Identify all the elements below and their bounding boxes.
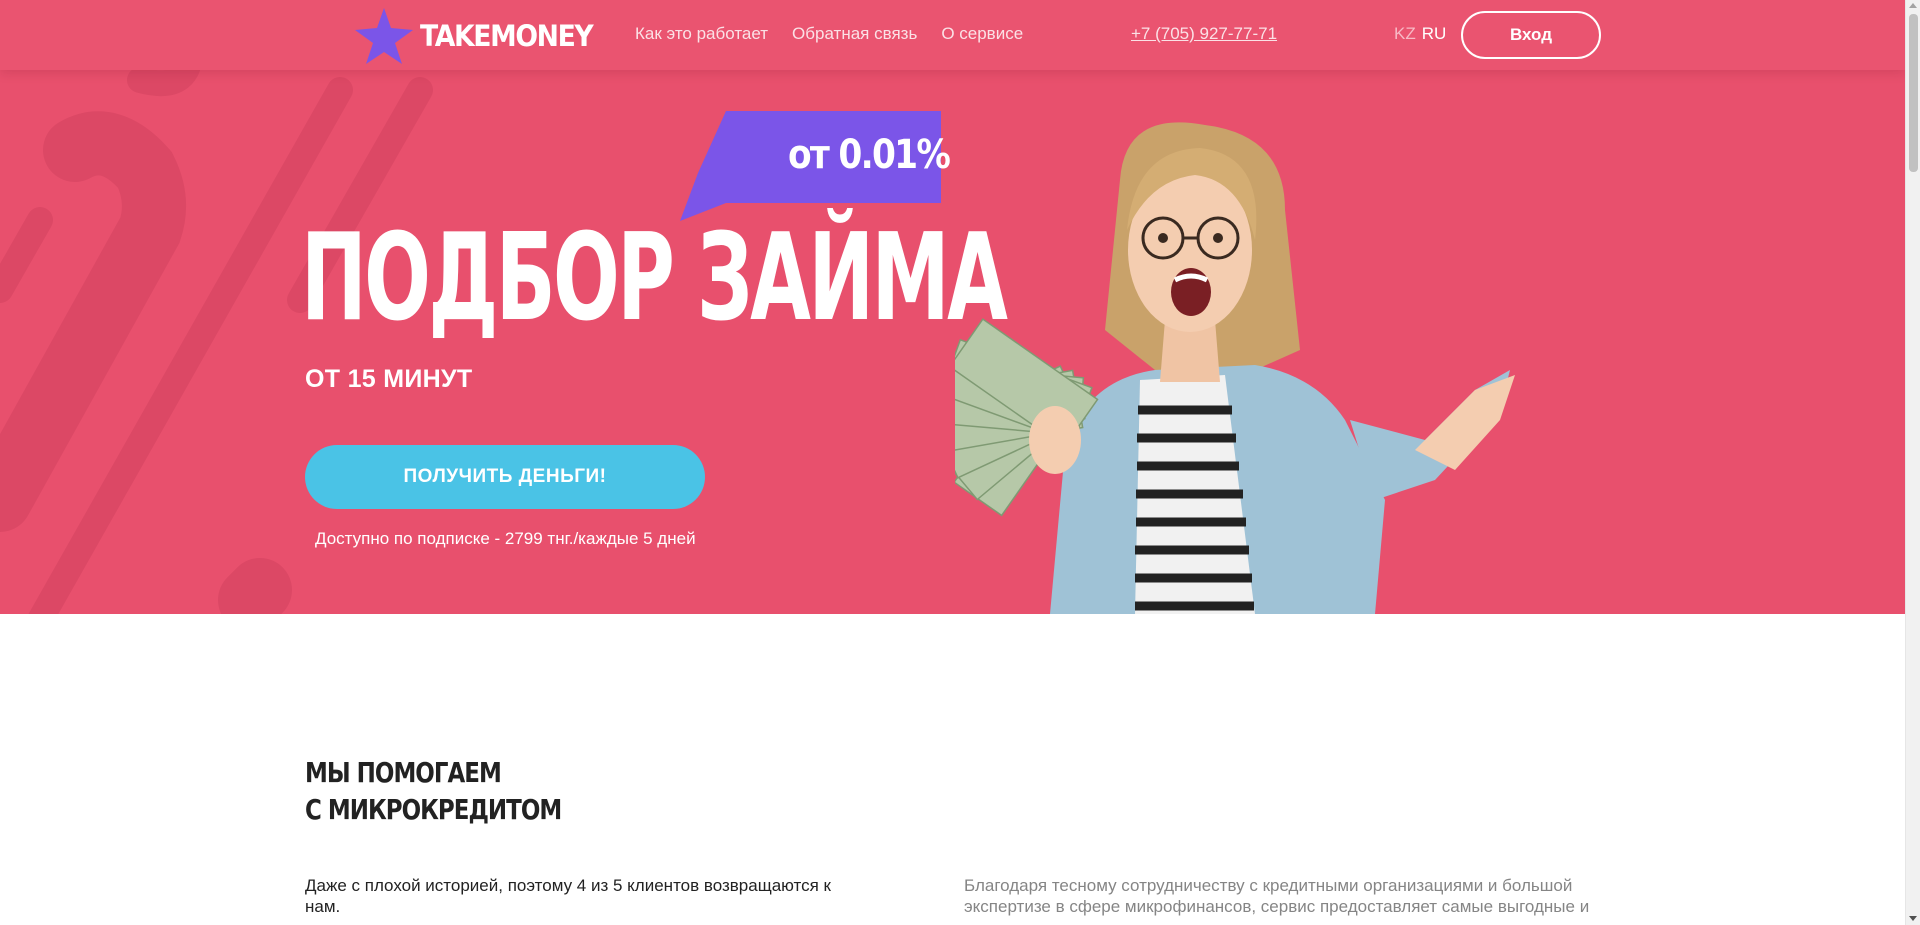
logo[interactable]: TAKEMONEY xyxy=(355,8,607,64)
site-header: TAKEMONEY Как это работает Обратная связ… xyxy=(0,0,1905,70)
rate-badge-text: от 0.01% xyxy=(788,132,951,178)
hero-subtitle: ОТ 15 МИНУТ xyxy=(305,365,473,393)
section-title: МЫ ПОМОГАЕМ С МИКРОКРЕДИТОМ xyxy=(305,754,562,828)
language-switcher: KZ RU xyxy=(1394,24,1446,44)
get-money-button[interactable]: ПОЛУЧИТЬ ДЕНЬГИ! xyxy=(305,445,705,509)
login-button[interactable]: Вход xyxy=(1461,11,1601,59)
left-column-text: Даже с плохой историей, поэтому 4 из 5 к… xyxy=(305,876,831,916)
page: от 0.01% ПОДБОР ЗАЙМА ОТ 15 МИНУТ ПОЛУЧИ… xyxy=(0,0,1905,925)
lang-ru[interactable]: RU xyxy=(1422,24,1447,44)
page-scrollbar[interactable] xyxy=(1905,0,1920,925)
hero-section: от 0.01% ПОДБОР ЗАЙМА ОТ 15 МИНУТ ПОЛУЧИ… xyxy=(0,0,1905,614)
scroll-up-arrow-icon[interactable] xyxy=(1909,3,1917,8)
lang-kz[interactable]: KZ xyxy=(1394,24,1416,44)
main-nav: Как это работает Обратная связь О сервис… xyxy=(635,24,1023,44)
star-logo-icon xyxy=(355,8,413,64)
phone-link[interactable]: +7 (705) 927-77-71 xyxy=(1131,24,1277,44)
nav-how-it-works[interactable]: Как это работает xyxy=(635,24,768,44)
scroll-down-arrow-icon[interactable] xyxy=(1909,916,1917,921)
right-column-text: Благодаря тесному сотрудничеству с креди… xyxy=(964,876,1590,916)
subscription-note: Доступно по подписке - 2799 тнг./каждые … xyxy=(315,529,696,548)
logo-text: TAKEMONEY xyxy=(420,19,594,53)
section-title-line-1: МЫ ПОМОГАЕМ xyxy=(305,756,502,789)
hero-title: ПОДБОР ЗАЙМА xyxy=(301,209,1008,348)
nav-about-service[interactable]: О сервисе xyxy=(941,24,1023,44)
woman-holding-money-photo xyxy=(955,122,1515,614)
scrollbar-thumb[interactable] xyxy=(1909,14,1918,172)
section-title-line-2: С МИКРОКРЕДИТОМ xyxy=(305,793,562,826)
nav-feedback[interactable]: Обратная связь xyxy=(792,24,917,44)
